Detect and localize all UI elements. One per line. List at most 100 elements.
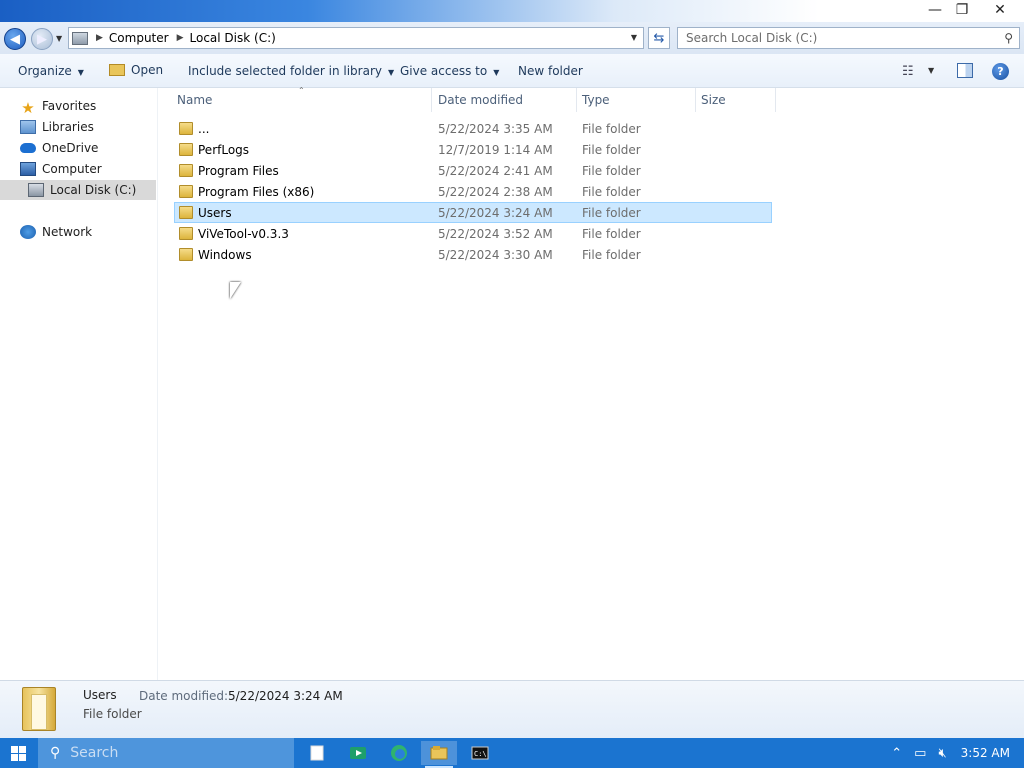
document-icon [310,745,324,761]
folder-icon [179,143,193,156]
file-type: File folder [582,226,641,241]
edge-browser-icon [391,745,407,761]
explorer-window: — ❐ ✕ ◀ ▶ ▼ ▶ Computer ▶ Local Disk (C:)… [0,0,1024,738]
file-type: File folder [582,247,641,262]
refresh-button[interactable]: ⇆ [648,27,670,49]
arrow-left-icon: ◀ [10,31,20,47]
preview-pane-icon[interactable] [957,63,973,78]
taskbar: ⚲ Search C:\ ⌃ ▭ 🔇︎ 3:52 AM [0,738,1024,768]
open-button[interactable]: Open [109,63,163,77]
include-in-library-button[interactable]: Include selected folder in library ▼ [188,64,394,78]
taskbar-app-edge[interactable] [381,741,417,765]
file-date: 5/22/2024 2:38 AM [438,184,553,199]
taskbar-search[interactable]: ⚲ Search [38,738,294,768]
nav-item-onedrive[interactable]: OneDrive [0,138,156,158]
file-date: 5/22/2024 2:41 AM [438,163,553,178]
nav-item-computer[interactable]: Computer [0,159,156,179]
file-name: Program Files [198,163,279,178]
recent-pages-dropdown[interactable]: ▼ [56,34,62,43]
breadcrumb-local-disk[interactable]: Local Disk (C:) [190,31,276,45]
file-row[interactable]: PerfLogs 12/7/2019 1:14 AM File folder [174,139,772,160]
taskbar-app-media[interactable] [340,741,376,765]
media-player-icon [350,747,366,759]
file-row[interactable]: Program Files (x86) 5/22/2024 2:38 AM File… [174,181,772,202]
title-bar[interactable]: — ❐ ✕ [0,0,1024,22]
nav-item-favorites[interactable]: ★ Favorites [0,96,156,117]
command-bar: Organize ▼ Open Include selected folder i… [0,54,1024,88]
search-input[interactable]: Search Local Disk (C:) ⚲ [677,27,1020,49]
file-name: Windows [198,247,252,262]
column-date-modified[interactable]: Date modified [433,88,577,112]
chevron-down-icon: ▼ [77,68,84,77]
search-icon: ⚲ [50,745,61,761]
file-date: 5/22/2024 3:52 AM [438,226,553,241]
drive-icon [28,183,44,197]
cloud-icon [20,143,36,153]
file-row[interactable]: Windows 5/22/2024 3:30 AM File folder [174,244,772,265]
give-access-button[interactable]: Give access to ▼ [400,64,499,78]
address-box[interactable]: ▶ Computer ▶ Local Disk (C:) ▼ [68,27,644,49]
chevron-down-icon[interactable]: ▼ [631,33,637,42]
network-icon [20,225,36,239]
system-tray: ⌃ ▭ 🔇︎ 3:52 AM [891,738,1024,768]
file-row[interactable]: ... 5/22/2024 3:35 AM File folder [174,118,772,139]
arrow-right-icon: ▶ [37,31,47,47]
column-size[interactable]: Size [696,88,776,112]
computer-icon [20,162,36,176]
network-tray-icon[interactable]: ▭ [914,746,926,761]
forward-button[interactable]: ▶ [31,28,53,50]
maximize-button[interactable]: ❐ [945,0,979,20]
file-date: 12/7/2019 1:14 AM [438,142,553,157]
give-access-label: Give access to [400,64,488,78]
column-type[interactable]: Type [577,88,696,112]
folder-open-icon [109,64,125,76]
nav-item-network[interactable]: Network [0,222,156,242]
volume-muted-icon[interactable]: 🔇︎ [938,746,946,761]
taskbar-app-cmd[interactable]: C:\ [462,741,498,765]
nav-item-local-disk[interactable]: Local Disk (C:) [0,180,156,200]
taskbar-app-explorer[interactable] [421,741,457,768]
command-prompt-icon: C:\ [471,746,489,760]
start-button[interactable] [0,738,36,768]
include-label: Include selected folder in library [188,64,382,78]
file-name: ... [198,121,210,136]
file-name: Users [198,205,232,220]
help-icon[interactable]: ? [992,63,1009,80]
file-explorer-icon [430,746,448,760]
search-icon: ⚲ [1004,31,1013,45]
file-list: Name ⌃ Date modified Type Size ... 5/22/2… [158,86,1024,680]
file-date: 5/22/2024 3:24 AM [438,205,553,220]
file-row[interactable]: Users 5/22/2024 3:24 AM File folder [174,202,772,223]
file-row[interactable]: ViVeTool-v0.3.3 5/22/2024 3:52 AM File fol… [174,223,772,244]
file-row[interactable]: Program Files 5/22/2024 2:41 AM File folde… [174,160,772,181]
chevron-up-icon[interactable]: ⌃ [891,746,902,761]
chevron-down-icon[interactable]: ▼ [928,66,934,75]
organize-label: Organize [18,64,72,78]
drive-icon [72,31,88,45]
column-header-row: Name ⌃ Date modified Type Size [158,86,1024,112]
folder-icon [179,227,193,240]
file-name: Program Files (x86) [198,184,315,199]
task-view-button[interactable] [299,741,335,765]
view-options-icon[interactable]: ☷ [902,64,914,79]
close-button[interactable]: ✕ [983,0,1017,20]
folder-icon [179,185,193,198]
nav-label: Libraries [42,120,94,134]
address-bar-row: ◀ ▶ ▼ ▶ Computer ▶ Local Disk (C:) ▼ ⇆ S… [0,22,1024,54]
folder-icon [179,248,193,261]
back-button[interactable]: ◀ [4,28,26,50]
refresh-icon: ⇆ [653,30,665,46]
nav-label: Computer [42,162,102,176]
organize-button[interactable]: Organize ▼ [18,64,84,78]
breadcrumb-computer[interactable]: Computer [109,31,169,45]
file-type: File folder [582,142,641,157]
folder-icon [179,164,193,177]
folder-icon [179,122,193,135]
new-folder-button[interactable]: New folder [518,64,583,78]
file-type: File folder [582,205,641,220]
navigation-pane: ★ Favorites Libraries OneDrive Computer L… [0,88,158,680]
clock[interactable]: 3:52 AM [961,746,1010,760]
folder-icon [22,687,56,731]
chevron-right-icon: ▶ [96,33,103,43]
nav-item-libraries[interactable]: Libraries [0,117,156,137]
